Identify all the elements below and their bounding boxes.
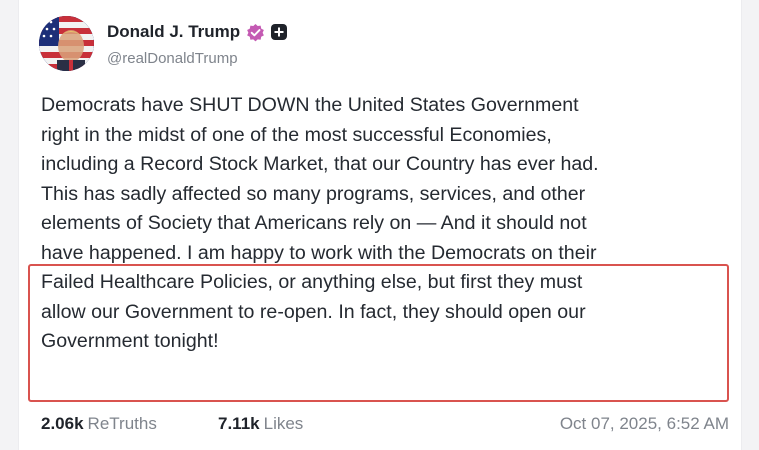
likes-stat[interactable]: 7.11k Likes xyxy=(218,414,303,434)
name-row: Donald J. Trump xyxy=(107,22,288,42)
post-text-line: Failed Healthcare Policies, or anything … xyxy=(41,271,583,293)
truth-plus-icon xyxy=(271,24,288,40)
post-text-line: have happened. I am happy to work with t… xyxy=(41,241,597,264)
likes-count: 7.11k xyxy=(218,414,260,433)
retruths-stat[interactable]: 2.06k ReTruths xyxy=(41,414,157,434)
post-footer: 2.06k ReTruths 7.11k Likes Oct 07, 2025, 6… xyxy=(41,414,729,438)
user-handle[interactable]: @realDonaldTrump xyxy=(107,50,238,67)
post-text-line: Government tonight! xyxy=(41,330,219,352)
post-text-line: This has sadly affected so many programs… xyxy=(41,182,586,205)
likes-label: Likes xyxy=(263,414,304,433)
post-text-line: Democrats have SHUT DOWN the United Stat… xyxy=(41,94,579,116)
retruths-count: 2.06k xyxy=(41,414,84,433)
display-name[interactable]: Donald J. Trump xyxy=(107,22,240,42)
post-text-line: allow our Government to re-open. In fact… xyxy=(41,300,586,323)
verified-badge-icon xyxy=(246,23,265,42)
post-card: Donald J. Trump @realDonaldTrump Democra… xyxy=(18,0,742,450)
avatar[interactable] xyxy=(39,16,94,71)
retruths-label: ReTruths xyxy=(87,414,157,433)
post-text-line: elements of Society that Americans rely … xyxy=(41,212,587,234)
post-text: Democrats have SHUT DOWN the United Stat… xyxy=(41,91,741,357)
avatar-image xyxy=(39,16,94,71)
post-text-line: including a Record Stock Market, that ou… xyxy=(41,153,599,175)
post-header: Donald J. Trump @realDonaldTrump xyxy=(39,16,439,76)
post-text-line: right in the midst of one of the most su… xyxy=(41,123,552,146)
post-timestamp[interactable]: Oct 07, 2025, 6:52 AM xyxy=(560,414,729,434)
